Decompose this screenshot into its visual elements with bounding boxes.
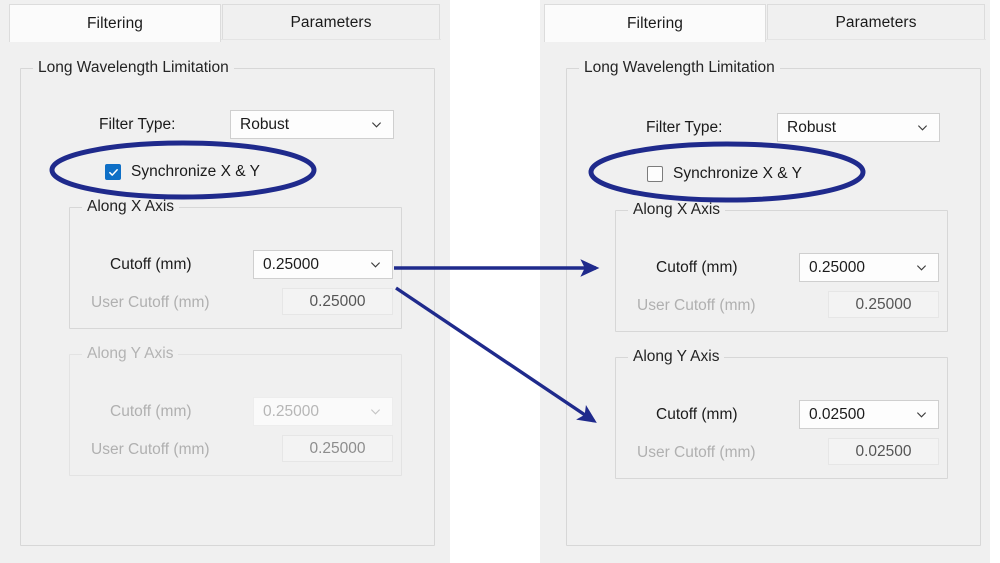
chevron-down-icon	[917, 124, 928, 131]
group-along-y-axis-title: Along Y Axis	[628, 348, 725, 366]
x-user-cutoff-label: User Cutoff (mm)	[91, 294, 210, 311]
y-cutoff-label: Cutoff (mm)	[656, 406, 738, 423]
filter-type-combobox[interactable]: Robust	[777, 113, 940, 142]
y-cutoff-label: Cutoff (mm)	[110, 403, 192, 420]
x-cutoff-combobox[interactable]: 0.25000	[799, 253, 939, 282]
tab-filtering[interactable]: Filtering	[544, 4, 766, 42]
x-user-cutoff-textbox: 0.25000	[282, 288, 393, 315]
group-long-wavelength-limitation-title: Long Wavelength Limitation	[579, 59, 780, 77]
filter-type-label: Filter Type:	[99, 116, 176, 133]
tab-filtering[interactable]: Filtering	[9, 4, 221, 42]
group-along-x-axis-title: Along X Axis	[628, 201, 726, 219]
synchronize-xy-label: Synchronize X & Y	[131, 163, 260, 180]
tab-strip: Filtering Parameters	[540, 0, 990, 42]
group-along-y-axis-title: Along Y Axis	[82, 345, 179, 363]
tab-parameters-label: Parameters	[290, 13, 372, 31]
group-along-y-axis: Along Y Axis Cutoff (mm) 0.02500 User Cu…	[615, 348, 948, 479]
chevron-down-icon	[916, 411, 927, 418]
y-cutoff-combobox: 0.25000	[253, 397, 393, 426]
y-user-cutoff-textbox: 0.25000	[282, 435, 393, 462]
y-cutoff-combobox[interactable]: 0.02500	[799, 400, 939, 429]
synchronize-xy-checkbox-row[interactable]: Synchronize X & Y	[647, 165, 802, 183]
tab-strip-underline	[221, 39, 441, 40]
synchronize-xy-checkbox-row[interactable]: Synchronize X & Y	[105, 163, 260, 181]
chevron-down-icon	[370, 408, 381, 415]
filter-type-label: Filter Type:	[646, 119, 723, 136]
group-long-wavelength-limitation-title: Long Wavelength Limitation	[33, 59, 234, 77]
synchronize-xy-label: Synchronize X & Y	[673, 165, 802, 182]
synchronize-xy-checkbox[interactable]	[105, 164, 121, 180]
tab-strip: Filtering Parameters	[0, 0, 450, 42]
group-along-y-axis: Along Y Axis Cutoff (mm) 0.25000 User Cu…	[69, 345, 402, 476]
tab-strip-underline	[766, 39, 986, 40]
x-user-cutoff-textbox: 0.25000	[828, 291, 939, 318]
y-cutoff-value: 0.02500	[809, 405, 866, 423]
x-user-cutoff-value: 0.25000	[855, 295, 912, 313]
x-user-cutoff-value: 0.25000	[309, 292, 366, 310]
y-user-cutoff-label: User Cutoff (mm)	[637, 444, 756, 461]
x-user-cutoff-label: User Cutoff (mm)	[637, 297, 756, 314]
y-user-cutoff-value: 0.25000	[309, 439, 366, 457]
chevron-down-icon	[370, 261, 381, 268]
synchronize-xy-checkbox[interactable]	[647, 166, 663, 182]
y-user-cutoff-value: 0.02500	[855, 442, 912, 460]
tab-parameters[interactable]: Parameters	[767, 4, 985, 40]
x-cutoff-value: 0.25000	[809, 258, 866, 276]
tab-parameters[interactable]: Parameters	[222, 4, 440, 40]
chevron-down-icon	[371, 121, 382, 128]
dialog-panel-after: Filtering Parameters Long Wavelength Lim…	[540, 0, 990, 563]
checkmark-icon	[109, 169, 118, 176]
y-cutoff-value: 0.25000	[263, 402, 320, 420]
filter-type-combobox[interactable]: Robust	[230, 110, 394, 139]
y-user-cutoff-label: User Cutoff (mm)	[91, 441, 210, 458]
tab-filtering-label: Filtering	[86, 14, 144, 32]
x-cutoff-label: Cutoff (mm)	[110, 256, 192, 273]
group-along-x-axis: Along X Axis Cutoff (mm) 0.25000 User Cu…	[615, 201, 948, 332]
tab-filtering-label: Filtering	[626, 14, 684, 32]
chevron-down-icon	[916, 264, 927, 271]
x-cutoff-label: Cutoff (mm)	[656, 259, 738, 276]
x-cutoff-value: 0.25000	[263, 255, 320, 273]
group-long-wavelength-limitation: Long Wavelength Limitation Filter Type: …	[566, 59, 981, 546]
y-user-cutoff-textbox: 0.02500	[828, 438, 939, 465]
filter-type-value: Robust	[240, 115, 290, 133]
group-along-x-axis: Along X Axis Cutoff (mm) 0.25000 User Cu…	[69, 198, 402, 329]
group-long-wavelength-limitation: Long Wavelength Limitation Filter Type: …	[20, 59, 435, 546]
dialog-panel-before: Filtering Parameters Long Wavelength Lim…	[0, 0, 450, 563]
tab-parameters-label: Parameters	[835, 13, 917, 31]
filter-type-value: Robust	[787, 118, 837, 136]
x-cutoff-combobox[interactable]: 0.25000	[253, 250, 393, 279]
group-along-x-axis-title: Along X Axis	[82, 198, 180, 216]
